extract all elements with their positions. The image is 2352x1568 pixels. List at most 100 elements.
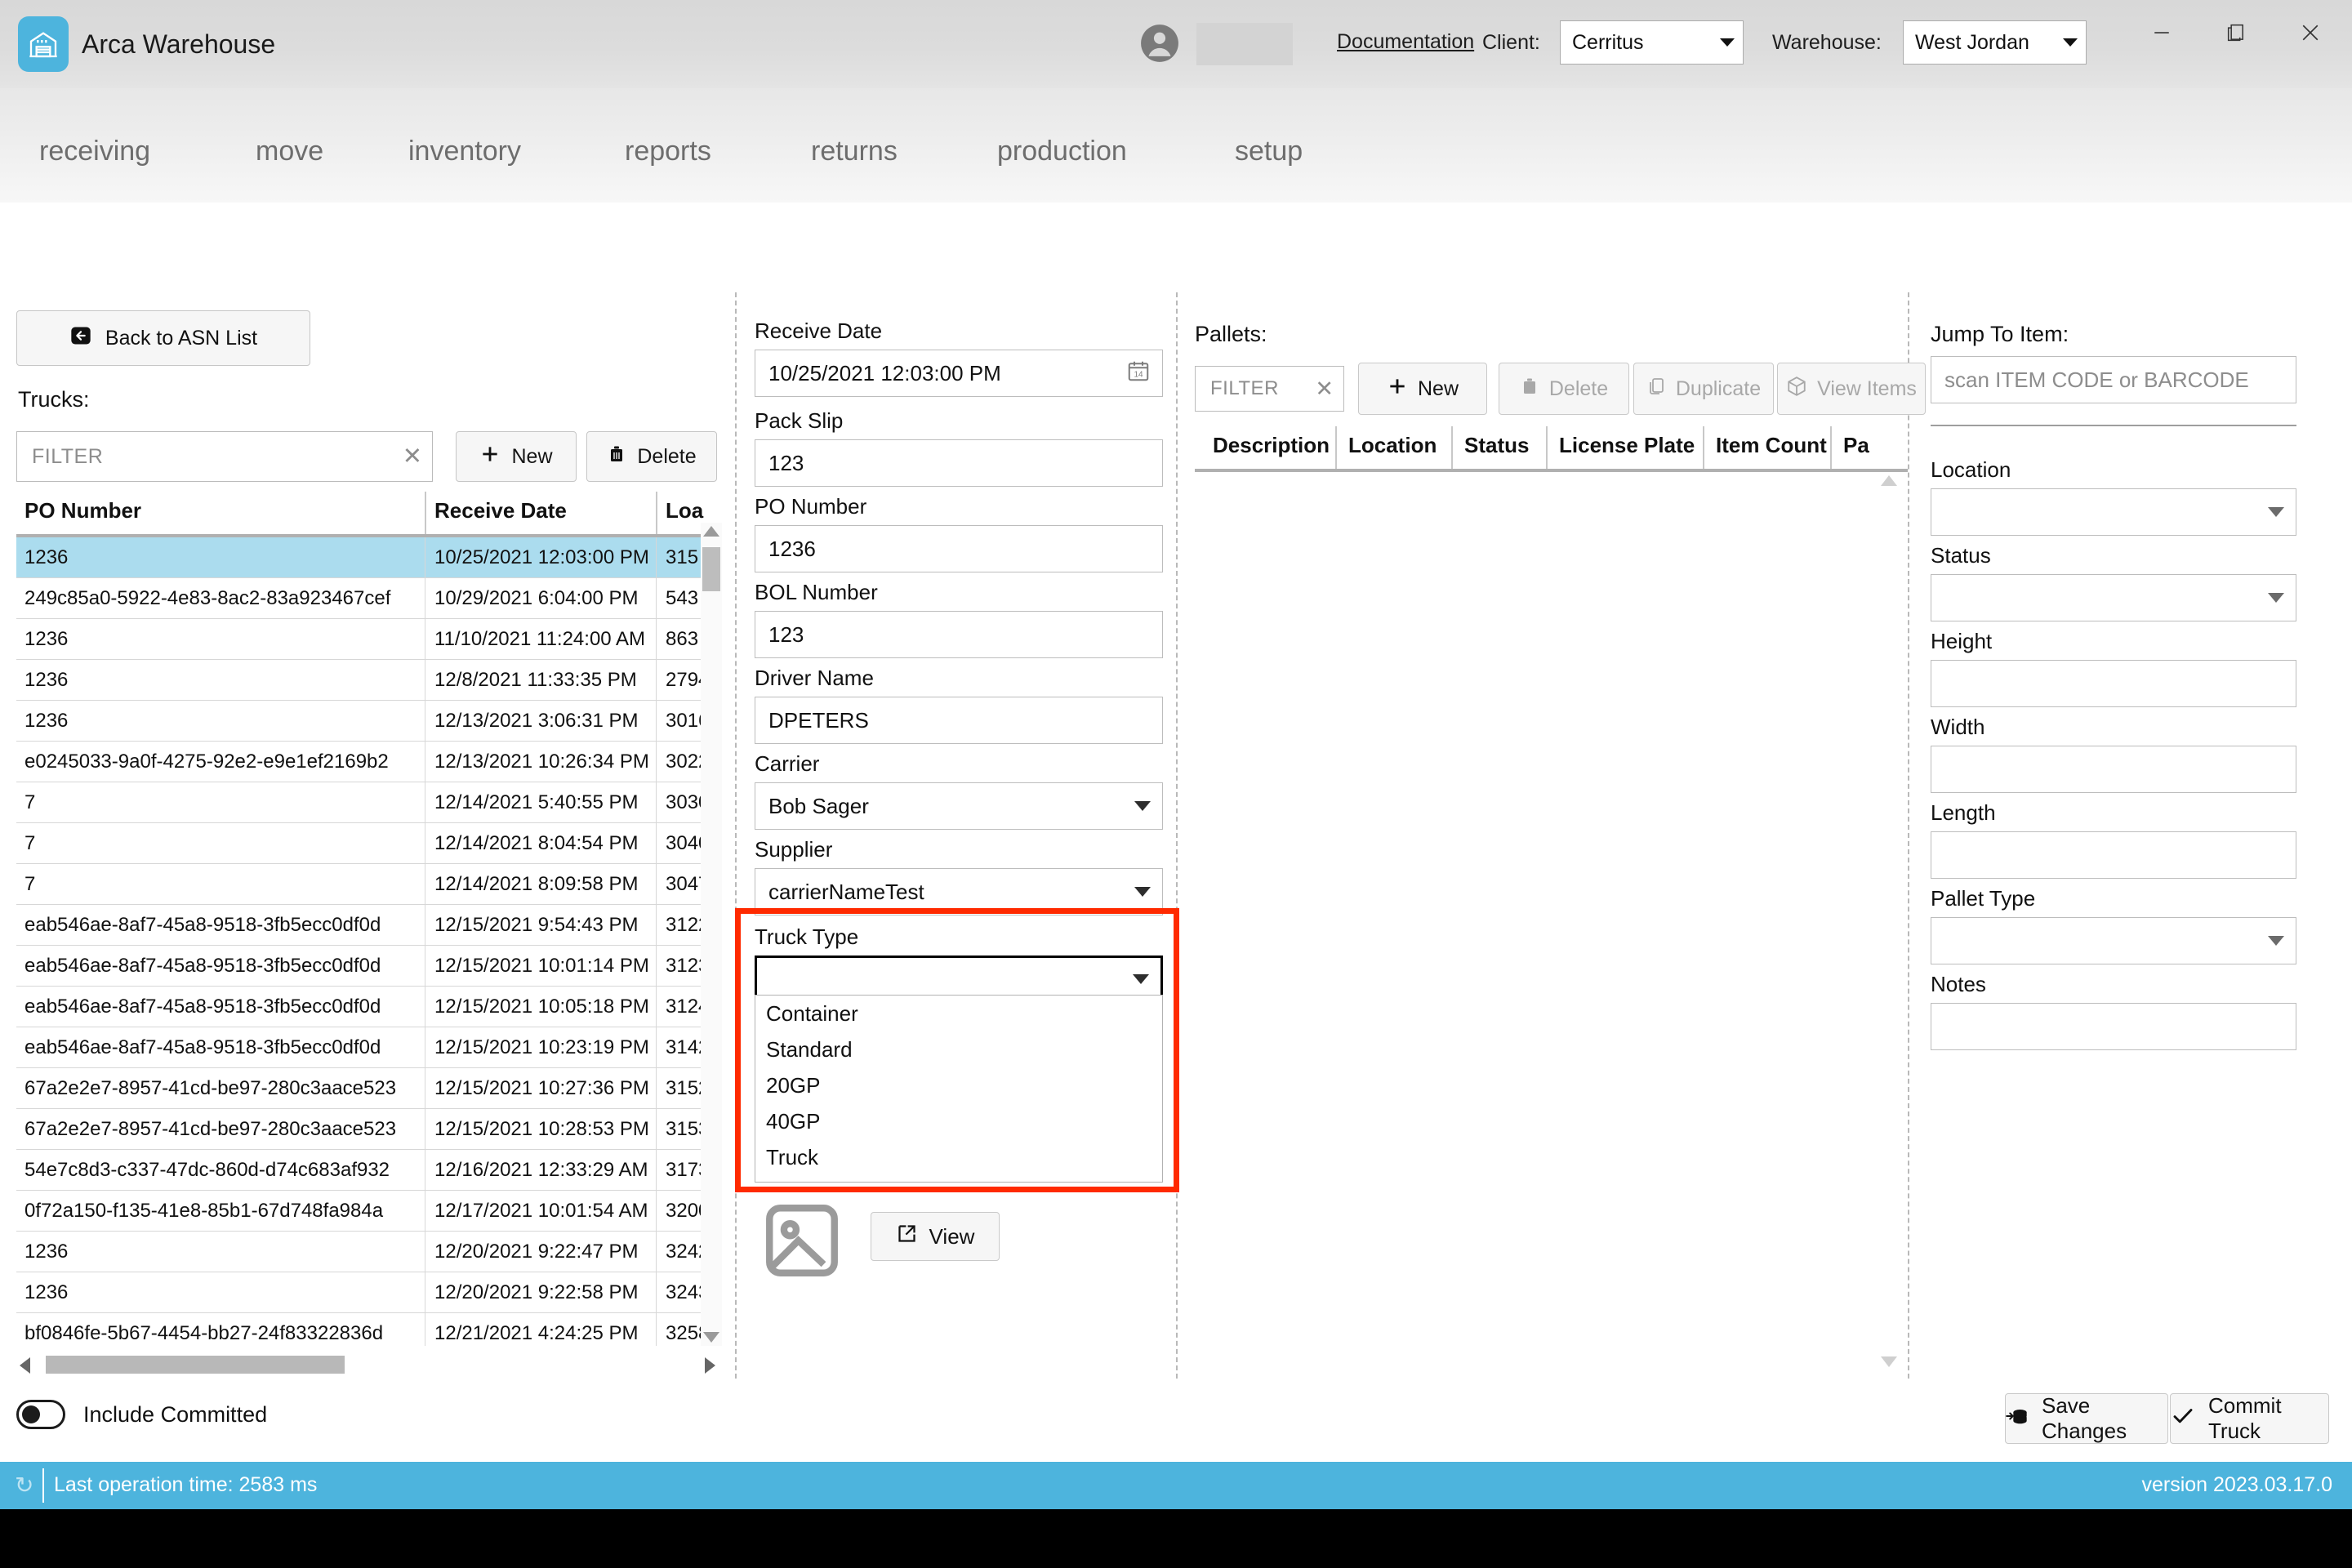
- jump-to-item-input[interactable]: scan ITEM CODE or BARCODE: [1931, 356, 2296, 403]
- trucks-col-load[interactable]: Loa: [666, 498, 703, 523]
- warehouse-select[interactable]: West Jordan: [1903, 20, 2087, 65]
- table-row[interactable]: eab546ae-8af7-45a8-9518-3fb5ecc0df0d 12/1…: [16, 946, 719, 987]
- clear-x-icon[interactable]: ✕: [1315, 377, 1334, 400]
- table-row[interactable]: 1236 12/20/2021 9:22:47 PM 3242: [16, 1232, 719, 1272]
- bol-number-input[interactable]: 123: [755, 611, 1163, 658]
- trucks-vertical-scrollbar[interactable]: [701, 523, 722, 1346]
- cell-po-number: eab546ae-8af7-45a8-9518-3fb5ecc0df0d: [24, 1036, 381, 1058]
- trucks-col-receive-date[interactable]: Receive Date: [434, 498, 567, 523]
- truck-type-option-40gp[interactable]: 40GP: [755, 1103, 1162, 1139]
- table-row[interactable]: 0f72a150-f135-41e8-85b1-67d748fa984a 12/1…: [16, 1191, 719, 1232]
- trucks-table-body[interactable]: 1236 10/25/2021 12:03:00 PM 315 249c85a0-59…: [16, 537, 719, 1346]
- table-row[interactable]: 249c85a0-5922-4e83-8ac2-83a923467cef 10/2…: [16, 578, 719, 619]
- table-row[interactable]: 7 12/14/2021 5:40:55 PM 3030: [16, 782, 719, 823]
- chevron-down-icon: [1134, 887, 1151, 897]
- nav-item-inventory[interactable]: inventory: [408, 136, 521, 167]
- field-select-pallet-type[interactable]: [1931, 917, 2296, 964]
- truck-type-option-truck[interactable]: Truck: [755, 1139, 1162, 1175]
- cell-receive-date: 12/14/2021 8:04:54 PM: [434, 832, 639, 854]
- pallets-new-label: New: [1417, 376, 1459, 400]
- table-row[interactable]: bf0846fe-5b67-4454-bb27-24f83322836d 12/2…: [16, 1313, 719, 1346]
- view-image-button[interactable]: View: [871, 1212, 1000, 1261]
- receive-date-input[interactable]: 10/25/2021 12:03:00 PM 14: [755, 350, 1163, 397]
- truck-type-option-20gp[interactable]: 20GP: [755, 1067, 1162, 1103]
- scroll-right-icon[interactable]: [705, 1357, 715, 1374]
- table-row[interactable]: 1236 12/8/2021 11:33:35 PM 2794: [16, 660, 719, 701]
- client-select[interactable]: Cerritus: [1560, 20, 1744, 65]
- truck-type-option-standard[interactable]: Standard: [755, 1031, 1162, 1067]
- trucks-filter-input[interactable]: FILTER ✕: [16, 431, 433, 482]
- table-row[interactable]: 1236 12/13/2021 3:06:31 PM 3016: [16, 701, 719, 742]
- scroll-left-icon[interactable]: [20, 1357, 30, 1374]
- field-select-status[interactable]: [1931, 574, 2296, 621]
- nav-item-production[interactable]: production: [997, 136, 1127, 167]
- trucks-new-button[interactable]: New: [456, 431, 577, 482]
- supplier-value: carrierNameTest: [768, 879, 924, 904]
- truck-type-dropdown-menu[interactable]: Container Standard 20GP 40GP Truck: [755, 995, 1163, 1183]
- table-row[interactable]: eab546ae-8af7-45a8-9518-3fb5ecc0df0d 12/1…: [16, 1027, 719, 1068]
- include-committed-toggle-row[interactable]: Include Committed: [16, 1400, 267, 1429]
- nav-item-setup[interactable]: setup: [1235, 136, 1303, 167]
- table-row[interactable]: 1236 12/20/2021 9:22:58 PM 3243: [16, 1272, 719, 1313]
- trucks-delete-button[interactable]: Delete: [586, 431, 717, 482]
- scroll-down-icon[interactable]: [1881, 1356, 1897, 1367]
- table-row[interactable]: eab546ae-8af7-45a8-9518-3fb5ecc0df0d 12/1…: [16, 905, 719, 946]
- commit-truck-button[interactable]: Commit Truck: [2170, 1393, 2329, 1444]
- carrier-select[interactable]: Bob Sager: [755, 782, 1163, 830]
- table-row[interactable]: 1236 11/10/2021 11:24:00 AM 863: [16, 619, 719, 660]
- back-to-asn-list-button[interactable]: Back to ASN List: [16, 310, 310, 366]
- scroll-down-icon[interactable]: [703, 1332, 719, 1343]
- po-number-input[interactable]: 1236: [755, 525, 1163, 572]
- cell-receive-date: 12/15/2021 10:28:53 PM: [434, 1118, 649, 1140]
- table-row[interactable]: 67a2e2e7-8957-41cd-be97-280c3aace523 12/1…: [16, 1109, 719, 1150]
- field-input-notes[interactable]: [1931, 1003, 2296, 1050]
- save-changes-button[interactable]: Save Changes: [2005, 1393, 2168, 1444]
- field-input-height[interactable]: [1931, 660, 2296, 707]
- nav-item-returns[interactable]: returns: [811, 136, 898, 167]
- driver-name-input[interactable]: DPETERS: [755, 697, 1163, 744]
- cell-po-number: 1236: [24, 628, 69, 650]
- table-row[interactable]: 54e7c8d3-c337-47dc-860d-d74c683af932 12/1…: [16, 1150, 719, 1191]
- field-label-height: Height: [1931, 629, 1993, 653]
- pallets-duplicate-button: Duplicate: [1633, 363, 1774, 415]
- table-row[interactable]: 1236 10/25/2021 12:03:00 PM 315: [16, 537, 719, 578]
- minimize-icon[interactable]: [2133, 11, 2190, 54]
- nav-item-reports[interactable]: reports: [625, 136, 711, 167]
- pallets-col-location[interactable]: Location: [1348, 433, 1437, 458]
- pack-slip-input[interactable]: 123: [755, 439, 1163, 487]
- truck-type-option-container[interactable]: Container: [755, 996, 1162, 1031]
- table-row[interactable]: 67a2e2e7-8957-41cd-be97-280c3aace523 12/1…: [16, 1068, 719, 1109]
- maximize-icon[interactable]: [2207, 11, 2265, 54]
- account-circle-icon[interactable]: [1139, 23, 1180, 64]
- scroll-up-icon[interactable]: [1881, 475, 1897, 486]
- include-committed-toggle[interactable]: [16, 1400, 65, 1429]
- pallets-col-item-count[interactable]: Item Count: [1716, 433, 1827, 458]
- scrollbar-thumb[interactable]: [46, 1356, 345, 1374]
- refresh-icon[interactable]: ↻: [15, 1472, 33, 1499]
- calendar-icon[interactable]: 14: [1126, 359, 1151, 389]
- nav-item-move[interactable]: move: [256, 136, 323, 167]
- pallets-new-button[interactable]: New: [1358, 363, 1487, 415]
- nav-item-receiving[interactable]: receiving: [39, 136, 150, 167]
- clear-x-icon[interactable]: ✕: [403, 444, 422, 469]
- close-icon[interactable]: [2282, 11, 2339, 54]
- field-select-location[interactable]: [1931, 488, 2296, 536]
- documentation-link[interactable]: Documentation: [1337, 30, 1474, 54]
- trucks-col-po-number[interactable]: PO Number: [24, 498, 141, 523]
- trash-icon: [1520, 376, 1539, 403]
- trucks-horizontal-scrollbar[interactable]: [16, 1352, 719, 1379]
- pallets-col-license-plate[interactable]: License Plate: [1559, 433, 1695, 458]
- field-input-width[interactable]: [1931, 746, 2296, 793]
- pallets-filter-input[interactable]: FILTER ✕: [1195, 366, 1344, 412]
- pallets-col-status[interactable]: Status: [1464, 433, 1529, 458]
- pallets-col-pa[interactable]: Pa: [1843, 433, 1869, 458]
- table-row[interactable]: eab546ae-8af7-45a8-9518-3fb5ecc0df0d 12/1…: [16, 987, 719, 1027]
- table-row[interactable]: e0245033-9a0f-4275-92e2-e9e1ef2169b2 12/1…: [16, 742, 719, 782]
- scrollbar-thumb[interactable]: [702, 547, 720, 591]
- table-row[interactable]: 7 12/14/2021 8:09:58 PM 3047: [16, 864, 719, 905]
- scroll-up-icon[interactable]: [703, 526, 719, 537]
- pallets-vertical-scrollbar[interactable]: [1878, 472, 1900, 1370]
- table-row[interactable]: 7 12/14/2021 8:04:54 PM 3040: [16, 823, 719, 864]
- field-input-length[interactable]: [1931, 831, 2296, 879]
- pallets-col-description[interactable]: Description: [1213, 433, 1330, 458]
